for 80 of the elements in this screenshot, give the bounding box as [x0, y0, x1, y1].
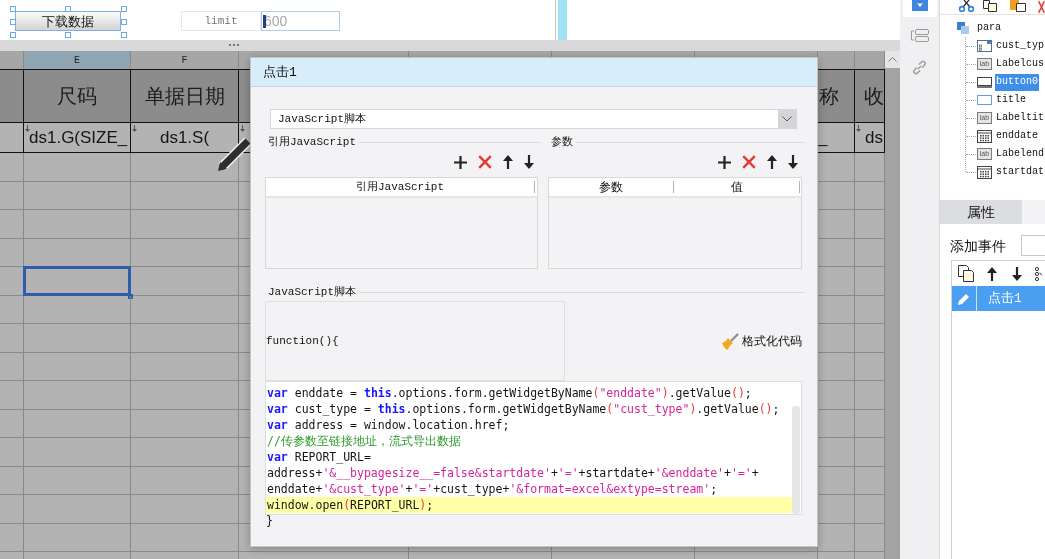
column-header[interactable]: E	[24, 51, 131, 69]
tree-item[interactable]: para	[977, 23, 1001, 33]
dropdown-icon[interactable]	[911, 0, 928, 11]
arrow-down-icon[interactable]	[788, 155, 798, 169]
resize-handle[interactable]	[121, 19, 127, 25]
dialog-title: 点击1	[263, 65, 297, 79]
code-editor[interactable]	[265, 381, 802, 515]
code-line: var REPORT_URL=	[266, 449, 372, 465]
pencil-icon	[957, 291, 971, 306]
code-line: address+'&__bypagesize__=false&startdate'+'='+startdate+'&enddate'+'='+	[266, 465, 760, 481]
data-binding-text: _	[818, 129, 828, 146]
code-closing-brace: }	[265, 516, 273, 528]
panel-tab[interactable]: 属性	[940, 200, 1022, 224]
code-line: //传参数至链接地址，流式导出数据	[266, 433, 462, 449]
column-header[interactable]: 参数	[549, 181, 673, 193]
resize-handle[interactable]	[121, 32, 127, 38]
column-header[interactable]: 值	[675, 181, 799, 193]
add-icon[interactable]	[718, 155, 731, 169]
data-binding-text: ds1.G(SIZE_	[29, 129, 128, 146]
arrow-up-icon[interactable]	[767, 155, 777, 169]
function-signature: function(){	[265, 301, 565, 381]
section-label: JavaScript脚本	[268, 287, 356, 298]
scissors-icon[interactable]	[958, 0, 975, 12]
arrow-up-icon[interactable]	[987, 266, 997, 281]
event-type-field[interactable]	[1021, 235, 1045, 256]
add-event-label: 添加事件	[949, 238, 1006, 253]
section-label: 参数	[551, 137, 573, 148]
column-title: 单据日期	[144, 86, 225, 106]
tree-item[interactable]: Labelcus	[995, 55, 1045, 73]
arrow-down-icon[interactable]	[524, 155, 534, 169]
fill-handle[interactable]	[128, 293, 133, 299]
action-type-select[interactable]: JavaScript脚本	[270, 109, 797, 129]
delete-icon[interactable]	[1038, 0, 1045, 14]
resize-handle[interactable]	[64, 5, 71, 12]
canvas-boundary-bar	[558, 0, 567, 40]
panel-icon	[957, 22, 969, 34]
tree-item[interactable]: cust_typ	[995, 37, 1045, 55]
delete-icon[interactable]	[742, 155, 756, 169]
add-icon[interactable]	[454, 155, 467, 169]
limit-label: limit	[181, 11, 261, 31]
tree-item[interactable]: Labelend	[995, 145, 1045, 163]
copy-icon[interactable]	[958, 265, 974, 282]
tree-item[interactable]: startdat	[995, 163, 1045, 181]
scrollbar-thumb[interactable]	[792, 406, 800, 514]
broom-icon	[722, 332, 739, 350]
column-title: 称	[819, 86, 839, 106]
resize-handle[interactable]	[10, 19, 16, 25]
link-icon[interactable]	[912, 60, 927, 75]
resize-handle[interactable]	[10, 32, 16, 38]
paste-icon[interactable]	[1010, 0, 1026, 12]
selected-cell[interactable]	[23, 266, 131, 296]
section-label: 引用JavaScript	[268, 137, 356, 148]
download-data-button[interactable]: 下载数据	[15, 11, 121, 31]
data-binding-text: ds	[865, 129, 883, 146]
tree-item[interactable]: title	[995, 91, 1027, 109]
copy-icon[interactable]	[983, 0, 997, 12]
layout-icon[interactable]	[910, 29, 929, 42]
column-title: 收	[864, 86, 884, 106]
chevron-down-icon[interactable]	[778, 110, 796, 128]
delete-icon[interactable]	[478, 155, 492, 169]
code-line: enddate+'&cust_type'+'='+cust_type+'&format=excel&extype=stream';	[266, 481, 719, 497]
tree-item[interactable]: Labeltit	[995, 109, 1045, 127]
data-binding-text: ds1.S(	[159, 129, 210, 146]
code-line: var enddate = this.options.form.getWidgetByName("enddate").getValue();	[266, 385, 753, 401]
arrow-up-icon[interactable]	[503, 155, 513, 169]
calendar-icon	[977, 129, 992, 143]
format-code-button[interactable]: 格式化代码	[722, 331, 802, 351]
chevron-up-icon	[888, 57, 897, 62]
code-line: var address = window.location.href;	[266, 417, 511, 433]
text-box-icon	[977, 94, 992, 106]
scroll-up-button[interactable]	[885, 51, 900, 68]
button-widget-icon	[977, 76, 992, 88]
arrow-down-icon[interactable]	[1012, 266, 1022, 281]
calendar-icon	[977, 165, 992, 179]
more-icon[interactable]	[1035, 266, 1042, 281]
column-title: 尺码	[57, 86, 97, 106]
resize-handle[interactable]	[64, 32, 71, 38]
code-line: var cust_type = this.options.form.getWidgetByName("cust_type").getValue();	[266, 401, 781, 417]
dropdown-list-icon	[977, 40, 992, 52]
tree-item[interactable]: enddate	[995, 127, 1039, 145]
